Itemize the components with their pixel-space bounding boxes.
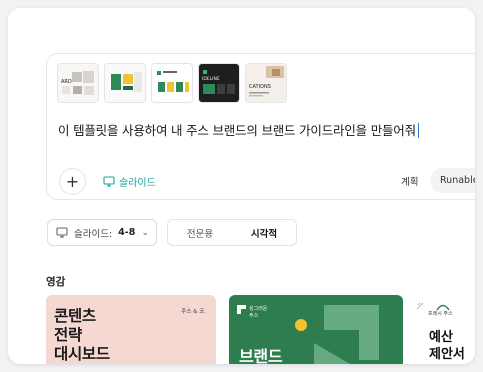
card-1-title-line-3: 대시보드: [54, 345, 110, 363]
inspiration-heading: 영감: [46, 276, 66, 288]
plan-label: 계획: [401, 176, 419, 188]
card-2-brand-line-1: 싱그러운: [249, 306, 268, 312]
tab-professional-label: 전문용: [186, 228, 214, 240]
card-2-title: 브랜드: [239, 347, 283, 364]
card-1-title-line-1: 콘텐츠: [54, 307, 96, 325]
template-thumbnail-4[interactable]: IDELINE: [198, 63, 240, 103]
card-3-title: 예산 제안서: [429, 329, 465, 363]
slide-count-value: 4-8: [118, 227, 136, 238]
card-3-title-line-1: 예산: [429, 330, 453, 345]
thumb-5-caption: CATIONS: [249, 84, 271, 90]
card-1-title: 콘텐츠 전략 대시보드: [54, 307, 110, 364]
tab-visual[interactable]: 시각적: [232, 220, 296, 245]
template-thumbnail-2[interactable]: [104, 63, 146, 103]
card-1-brand: 주스 & 코.: [181, 309, 206, 315]
slide-count-select[interactable]: 슬라이드: 4-8 ⌄: [47, 219, 157, 246]
runable-button[interactable]: Runable: [430, 168, 475, 193]
style-toggle: 전문용 시각적: [167, 219, 297, 246]
slide-count-label: 슬라이드:: [74, 228, 113, 240]
tab-professional[interactable]: 전문용: [168, 220, 232, 245]
card-3-brand: 프레시 주스: [428, 311, 453, 317]
card-2-brand: 싱그러운 주스: [249, 306, 267, 320]
sparkle-icon: [416, 302, 424, 310]
inspiration-card-3[interactable]: 프레시 주스 예산 제안서: [413, 295, 475, 364]
prompt-composer[interactable]: ARD IDELINE CATIONS 이 템플릿을 사용하여 내 주스 브랜드…: [46, 53, 475, 200]
template-thumbnail-3[interactable]: [151, 63, 193, 103]
thumb-1-caption: ARD: [61, 79, 72, 85]
template-thumbnail-1[interactable]: ARD: [57, 63, 99, 103]
slides-mode-button[interactable]: 슬라이드: [103, 172, 156, 190]
template-thumbnail-5[interactable]: CATIONS: [245, 63, 287, 103]
app-window: ARD IDELINE CATIONS 이 템플릿을 사용하여 내 주스 브랜드…: [8, 8, 475, 364]
tab-visual-label: 시각적: [250, 228, 278, 240]
card-1-title-line-2: 전략: [54, 326, 82, 344]
card-2-brand-line-2: 주스: [249, 313, 259, 319]
chevron-down-icon: ⌄: [141, 227, 149, 238]
prompt-input[interactable]: 이 템플릿을 사용하여 내 주스 브랜드의 브랜드 가이드라인을 만들어줘: [58, 120, 419, 139]
card-3-title-line-2: 제안서: [429, 347, 465, 362]
text-caret: [417, 123, 419, 138]
plan-button[interactable]: 계획: [393, 168, 426, 193]
inspiration-card-2[interactable]: 싱그러운 주스 브랜드: [229, 295, 403, 364]
monitor-icon: [56, 227, 68, 238]
add-attachment-button[interactable]: +: [59, 168, 86, 195]
runable-label: Runable: [440, 175, 475, 186]
monitor-icon: [103, 175, 115, 187]
inspiration-card-1[interactable]: 주스 & 코. 콘텐츠 전략 대시보드: [46, 295, 216, 364]
slides-mode-label: 슬라이드: [119, 177, 156, 189]
plus-icon: +: [65, 172, 80, 191]
thumb-4-caption: IDELINE: [202, 76, 220, 82]
prompt-text: 이 템플릿을 사용하여 내 주스 브랜드의 브랜드 가이드라인을 만들어줘: [58, 123, 416, 138]
